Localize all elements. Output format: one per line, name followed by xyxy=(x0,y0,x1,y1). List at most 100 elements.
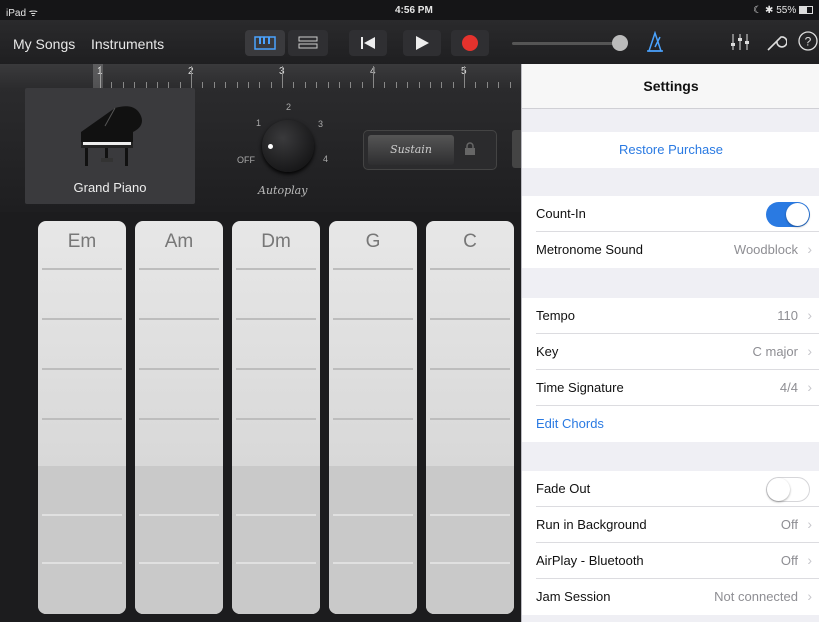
chord-segment-divider xyxy=(333,418,413,420)
bass-zone[interactable] xyxy=(426,466,514,614)
time-signature-label: Time Signature xyxy=(536,380,624,395)
record-icon xyxy=(462,35,478,51)
fade-out-label: Fade Out xyxy=(536,481,591,496)
play-button[interactable] xyxy=(403,30,441,56)
chevron-right-icon: › xyxy=(807,307,812,323)
autoplay-control[interactable]: 1 2 3 4 OFF Autoplay xyxy=(230,98,340,204)
my-songs-link[interactable]: My Songs xyxy=(13,36,75,52)
chord-segment-divider xyxy=(430,368,510,370)
metronome-icon[interactable] xyxy=(645,31,665,53)
airplay-bluetooth-value: Off xyxy=(780,553,798,568)
chord-segment-divider xyxy=(42,318,122,320)
instrument-controls: Grand Piano 1 2 3 4 OFF Autoplay Sustain xyxy=(0,88,521,212)
time-signature-row[interactable]: Time Signature 4/4 › xyxy=(522,370,819,406)
keyboard-icon xyxy=(254,36,276,50)
time-signature-value: 4/4 xyxy=(779,380,798,395)
status-bar: iPad ᯤ 4:56 PM ☾ ✱ 55% xyxy=(0,0,819,20)
chord-strip[interactable]: Em xyxy=(38,221,126,614)
bass-segment-divider xyxy=(42,514,122,516)
chevron-right-icon: › xyxy=(807,241,812,257)
sustain-button[interactable]: Sustain xyxy=(368,135,454,165)
count-in-toggle[interactable] xyxy=(766,202,810,227)
ruler-tick xyxy=(282,66,283,88)
chord-name: Am xyxy=(164,231,194,252)
autoplay-position-3: 3 xyxy=(318,119,324,129)
instruments-link[interactable]: Instruments xyxy=(91,36,164,52)
chord-segment-divider xyxy=(139,268,219,270)
fade-out-row: Fade Out xyxy=(522,471,819,507)
toolbar: My Songs Instruments ? xyxy=(0,20,819,64)
chord-segment-divider xyxy=(430,418,510,420)
toggle-knob xyxy=(786,203,809,226)
chord-segment-divider xyxy=(236,418,316,420)
bass-zone[interactable] xyxy=(329,466,417,614)
count-in-row: Count-In xyxy=(522,196,819,232)
record-button[interactable] xyxy=(451,30,489,56)
metronome-sound-row[interactable]: Metronome Sound Woodblock › xyxy=(522,232,819,268)
chord-strip[interactable]: G xyxy=(329,221,417,614)
autoplay-position-1: 1 xyxy=(256,118,262,128)
chord-strip[interactable]: Am xyxy=(135,221,223,614)
lock-icon[interactable] xyxy=(464,142,476,156)
run-in-background-row[interactable]: Run in Background Off › xyxy=(522,507,819,543)
chord-segment-divider xyxy=(139,368,219,370)
volume-slider-thumb[interactable] xyxy=(612,35,628,51)
tracks-view-button[interactable] xyxy=(288,30,328,56)
tempo-value: 110 xyxy=(777,308,798,323)
chord-segment-divider xyxy=(236,268,316,270)
chord-strip[interactable]: C xyxy=(426,221,514,614)
run-in-background-label: Run in Background xyxy=(536,517,647,532)
edit-chords-link[interactable]: Edit Chords xyxy=(536,416,604,431)
chord-strip[interactable]: Dm xyxy=(232,221,320,614)
autoplay-off-label: OFF xyxy=(237,155,255,165)
rewind-button[interactable] xyxy=(349,30,387,56)
clock: 4:56 PM xyxy=(395,5,433,16)
bass-zone[interactable] xyxy=(135,466,223,614)
instrument-selector[interactable]: Grand Piano xyxy=(25,88,195,204)
chord-segment-divider xyxy=(333,268,413,270)
toggle-knob xyxy=(767,478,790,501)
chord-name: G xyxy=(365,231,381,252)
chevron-right-icon: › xyxy=(807,552,812,568)
battery-status: ☾ ✱ 55% xyxy=(753,5,813,16)
playhead[interactable] xyxy=(93,64,103,88)
bass-segment-divider xyxy=(236,514,316,516)
airplay-bluetooth-row[interactable]: AirPlay - Bluetooth Off › xyxy=(522,543,819,579)
volume-slider[interactable] xyxy=(512,42,622,45)
bass-zone[interactable] xyxy=(232,466,320,614)
mixer-icon[interactable] xyxy=(729,32,751,52)
bass-zone[interactable] xyxy=(38,466,126,614)
wrench-icon[interactable] xyxy=(765,31,787,53)
tracks-icon xyxy=(298,36,318,49)
svg-text:?: ? xyxy=(805,35,812,49)
chord-segment-divider xyxy=(236,368,316,370)
chord-name: Dm xyxy=(261,231,291,252)
battery-icon xyxy=(799,6,813,15)
settings-popover: Settings Restore Purchase Count-In Metro… xyxy=(521,64,819,622)
chevron-right-icon: › xyxy=(807,588,812,604)
timeline-ruler[interactable]: 1 2 3 4 5 xyxy=(0,64,521,89)
bass-segment-divider xyxy=(139,562,219,564)
help-icon[interactable]: ? xyxy=(797,30,819,52)
autoplay-knob[interactable] xyxy=(262,120,314,172)
sustain-control[interactable]: Sustain xyxy=(363,130,497,170)
keyboard-view-button[interactable] xyxy=(245,30,285,56)
restore-purchase-link[interactable]: Restore Purchase xyxy=(522,142,819,157)
ruler-tick xyxy=(191,66,192,88)
jam-session-row[interactable]: Jam Session Not connected › xyxy=(522,579,819,615)
chevron-right-icon: › xyxy=(807,379,812,395)
chord-segment-divider xyxy=(333,368,413,370)
tempo-label: Tempo xyxy=(536,308,576,323)
tempo-row[interactable]: Tempo 110 › xyxy=(522,298,819,334)
metronome-sound-label: Metronome Sound xyxy=(536,242,643,257)
fade-out-toggle[interactable] xyxy=(766,477,810,502)
key-row[interactable]: Key C major › xyxy=(522,334,819,370)
wifi-icon: ᯤ xyxy=(28,8,38,19)
bass-segment-divider xyxy=(139,514,219,516)
chord-segment-divider xyxy=(42,268,122,270)
instrument-name: Grand Piano xyxy=(73,180,147,195)
key-value: C major xyxy=(752,344,798,359)
restore-purchase-row[interactable]: Restore Purchase xyxy=(522,132,819,168)
edit-chords-row[interactable]: Edit Chords xyxy=(522,406,819,442)
bass-segment-divider xyxy=(430,514,510,516)
